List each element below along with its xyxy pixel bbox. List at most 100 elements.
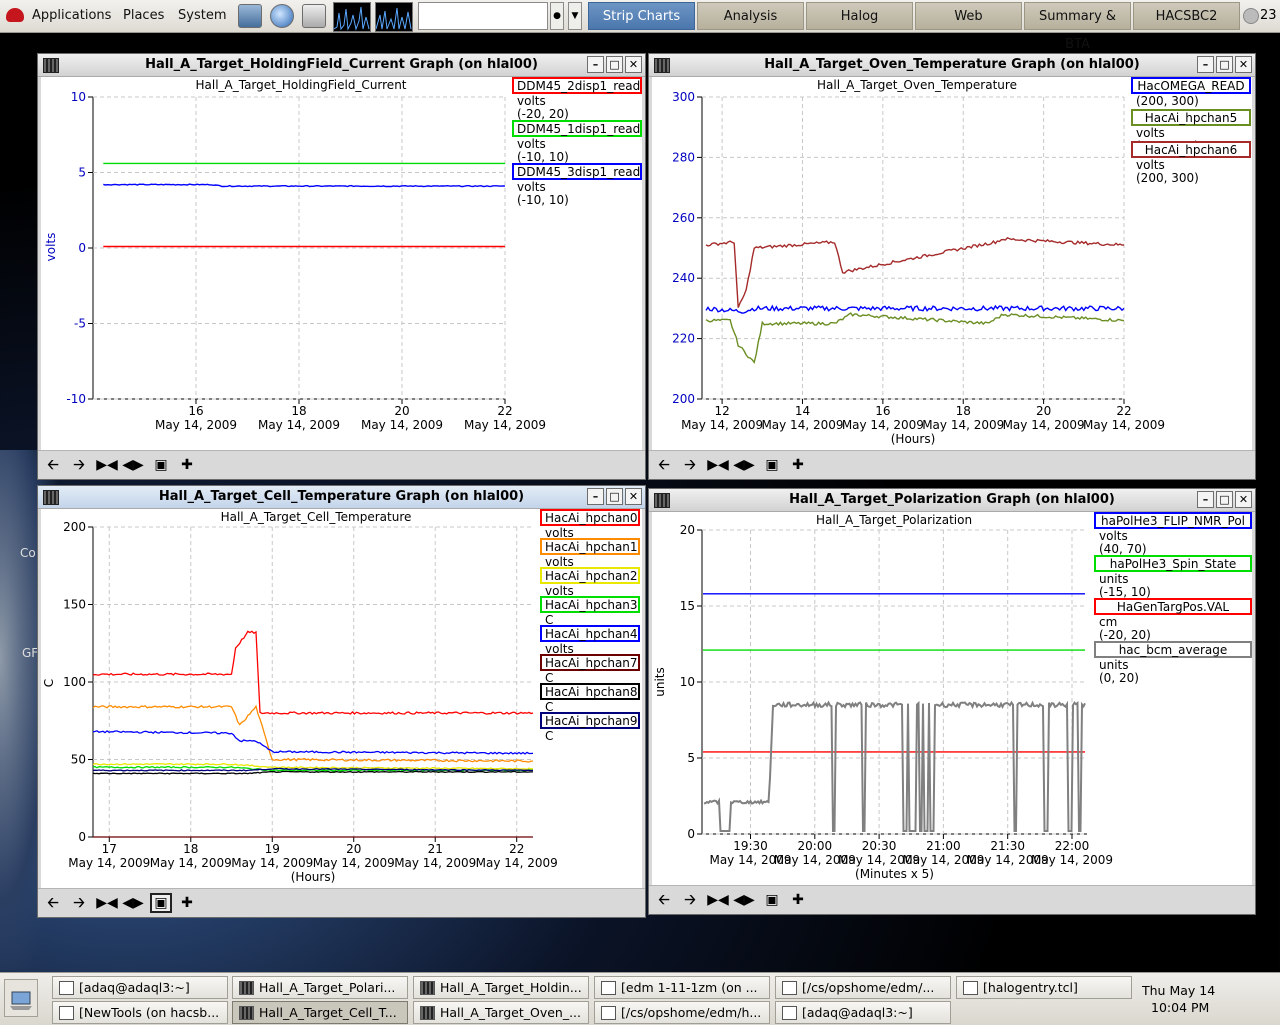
chart-area[interactable]: Hall_A_Target_Polarization units 20 15 10 5… [652, 512, 1252, 888]
scroll-left-button[interactable]: 🡠 [42, 893, 64, 913]
close-button[interactable]: ✕ [625, 56, 642, 73]
scroll-right-button[interactable]: 🡢 [68, 455, 90, 475]
chart-area[interactable]: Hall_A_Target_Oven_Temperature 300 280 260… [652, 77, 1252, 453]
chart-area[interactable]: Hall_A_Target_Cell_Temperature C 200 150 1… [41, 509, 642, 891]
taskbar-item[interactable]: Hall_A_Target_Cell_T... [232, 1001, 408, 1024]
tab-hacsbc2[interactable]: HACSBC2 [1133, 2, 1240, 30]
close-button[interactable]: ✕ [625, 488, 642, 505]
legend-series-name: DDM45_1disp1_read [517, 122, 640, 136]
zoom-in-time-button[interactable]: ▶◀ [96, 893, 118, 913]
x-tick-date-label: May 14, 2009 [681, 418, 763, 432]
tab-web[interactable]: Web [915, 2, 1022, 30]
graph-toolbar: 🡠 🡢 ▶◀ ◀▶ ▣ ✚ [38, 888, 645, 917]
zoom-in-time-button[interactable]: ▶◀ [707, 890, 729, 910]
command-dot-button[interactable]: ● [550, 2, 564, 30]
taskbar-item[interactable]: [adaq@adaql3:~] [52, 976, 228, 999]
maximize-button[interactable]: □ [1216, 56, 1233, 73]
system-menu[interactable]: System [178, 0, 226, 32]
network-globe-icon[interactable] [270, 4, 294, 28]
tab-strip-charts[interactable]: Strip Charts [588, 2, 695, 30]
taskbar-item[interactable]: Hall_A_Target_Holdin... [413, 976, 589, 999]
window-titlebar[interactable]: Hall_A_Target_Oven_Temperature Graph (on… [649, 54, 1255, 77]
scroll-right-button[interactable]: 🡢 [679, 890, 701, 910]
close-button[interactable]: ✕ [1235, 56, 1252, 73]
scroll-left-button[interactable]: 🡠 [653, 890, 675, 910]
y-tick-label: 260 [672, 211, 695, 225]
zoom-out-time-button[interactable]: ◀▶ [122, 455, 144, 475]
screen-launcher-icon[interactable] [238, 4, 262, 28]
maximize-button[interactable]: □ [606, 488, 623, 505]
add-trace-button[interactable]: ✚ [176, 893, 198, 913]
legend-series-name: HacAi_hpchan0 [545, 511, 638, 525]
x-tick-label: 21:00 [926, 839, 961, 853]
tab-halog[interactable]: Halog [806, 2, 913, 30]
cell-temperature-window: Hall_A_Target_Cell_Temperature Graph (on… [37, 485, 646, 918]
calculator-icon[interactable] [302, 4, 326, 28]
add-trace-button[interactable]: ✚ [787, 890, 809, 910]
x-tick-date-label: May 14, 2009 [842, 418, 924, 432]
x-tick-label: 18 [956, 404, 971, 418]
tab-summary-bta[interactable]: Summary & BTA [1024, 2, 1131, 52]
desktop-icon-label[interactable]: GF [22, 646, 38, 660]
taskbar-item[interactable]: [/cs/opshome/edm/... [775, 976, 951, 999]
minimize-button[interactable]: – [1197, 56, 1214, 73]
scroll-right-button[interactable]: 🡢 [68, 893, 90, 913]
pan-button[interactable]: ▣ [150, 893, 172, 913]
tab-analysis[interactable]: Analysis [697, 2, 804, 30]
taskbar-item[interactable]: Hall_A_Target_Oven_... [413, 1001, 589, 1024]
add-trace-button[interactable]: ✚ [176, 455, 198, 475]
maximize-button[interactable]: □ [606, 56, 623, 73]
scroll-left-button[interactable]: 🡠 [653, 455, 675, 475]
redhat-logo-icon[interactable] [6, 8, 24, 22]
legend-unit: volts [545, 584, 574, 598]
show-desktop-button[interactable] [4, 979, 38, 1017]
taskbar-item[interactable]: [NewTools (on hacsb... [52, 1001, 228, 1024]
x-tick-date-label: May 14, 2009 [1083, 418, 1165, 432]
x-tick-label: 17 [102, 842, 117, 856]
minimize-button[interactable]: – [587, 56, 604, 73]
pan-button[interactable]: ▣ [761, 455, 783, 475]
applications-menu[interactable]: Applications [32, 0, 111, 32]
taskbar-item[interactable]: [edm 1-11-1zm (on ... [594, 976, 770, 999]
taskbar-item[interactable]: [/cs/opshome/edm/h... [594, 1001, 770, 1024]
clock-time[interactable]: 10:04 PM [1151, 1000, 1209, 1015]
taskbar-item[interactable]: [adaq@adaql3:~] [775, 1001, 951, 1024]
zoom-in-time-button[interactable]: ▶◀ [707, 455, 729, 475]
zoom-out-time-button[interactable]: ◀▶ [122, 893, 144, 913]
legend-series-name: HacAi_hpchan1 [545, 540, 638, 554]
zoom-out-time-button[interactable]: ◀▶ [733, 890, 755, 910]
x-tick-label: 22 [497, 404, 512, 418]
add-trace-button[interactable]: ✚ [787, 455, 809, 475]
places-menu[interactable]: Places [123, 0, 164, 32]
pan-button[interactable]: ▣ [761, 890, 783, 910]
zoom-out-time-button[interactable]: ◀▶ [733, 455, 755, 475]
chart-area[interactable]: Hall_A_Target_HoldingField_Current volts… [41, 77, 642, 453]
minimize-button[interactable]: – [587, 488, 604, 505]
command-dropdown-button[interactable]: ▼ [568, 2, 582, 30]
legend-range: (0, 20) [1099, 671, 1139, 685]
taskbar-item[interactable]: [halogentry.tcl] [956, 976, 1132, 999]
close-button[interactable]: ✕ [1235, 491, 1252, 508]
holding-field-chart: Hall_A_Target_HoldingField_Current volts… [44, 77, 642, 432]
memory-monitor-icon[interactable] [375, 2, 413, 32]
taskbar-item[interactable]: Hall_A_Target_Polari... [232, 976, 408, 999]
top-panel: Applications Places System ● ▼ Strip Cha… [0, 0, 1280, 52]
zoom-in-time-button[interactable]: ▶◀ [96, 455, 118, 475]
x-tick-label: 20 [394, 404, 409, 418]
window-titlebar[interactable]: Hall_A_Target_HoldingField_Current Graph… [38, 54, 645, 77]
scroll-right-button[interactable]: 🡢 [679, 455, 701, 475]
series-line [92, 730, 534, 755]
window-titlebar[interactable]: Hall_A_Target_Polarization Graph (on hla… [649, 489, 1255, 512]
desktop-icon-label[interactable]: Co [20, 546, 36, 560]
x-tick-date-label: May 14, 2009 [231, 856, 313, 870]
command-input[interactable] [418, 2, 548, 30]
cpu-monitor-icon[interactable] [333, 2, 371, 32]
pan-button[interactable]: ▣ [150, 455, 172, 475]
clock-date[interactable]: Thu May 14 [1142, 983, 1215, 998]
window-titlebar[interactable]: Hall_A_Target_Cell_Temperature Graph (on… [38, 486, 645, 509]
scroll-left-button[interactable]: 🡠 [42, 455, 64, 475]
x-tick-label: 19 [265, 842, 280, 856]
maximize-button[interactable]: □ [1216, 491, 1233, 508]
minimize-button[interactable]: – [1197, 491, 1214, 508]
y-tick-label: 300 [672, 90, 695, 104]
